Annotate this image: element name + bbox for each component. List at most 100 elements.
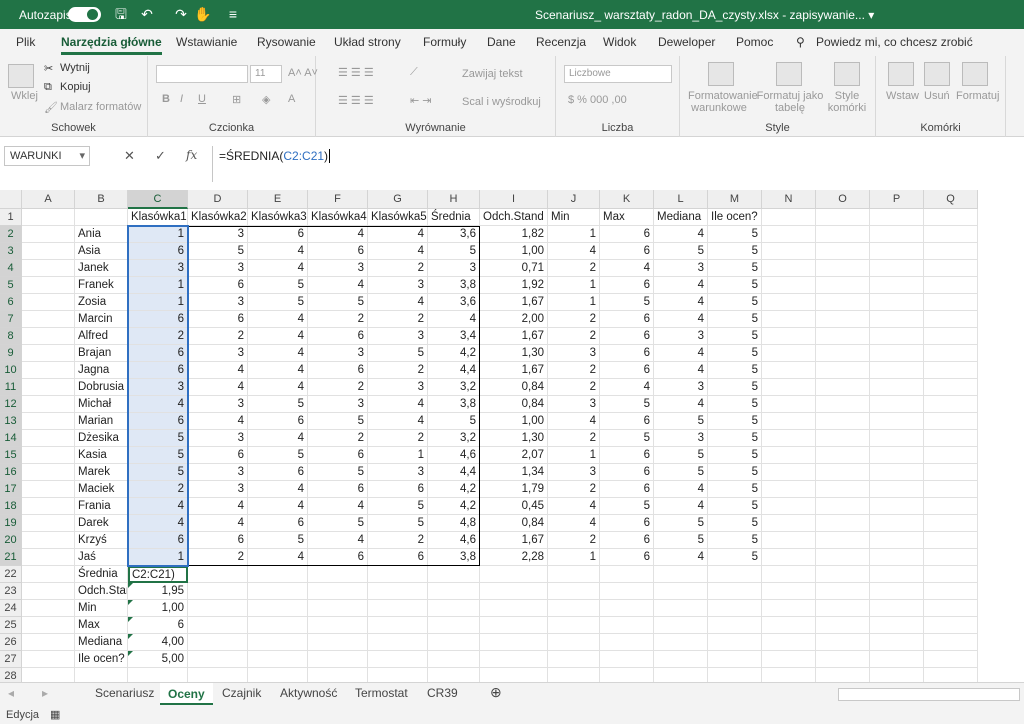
cell[interactable]: 4 (308, 498, 368, 515)
cell[interactable] (22, 379, 75, 396)
cell[interactable]: 2 (548, 379, 600, 396)
cell[interactable] (248, 583, 308, 600)
cell[interactable] (816, 617, 870, 634)
cell[interactable] (248, 668, 308, 682)
cell[interactable] (248, 617, 308, 634)
cell[interactable] (480, 634, 548, 651)
cell[interactable]: 2 (308, 430, 368, 447)
cell[interactable]: Odch.Stan (75, 583, 128, 600)
cell[interactable] (654, 600, 708, 617)
column-header[interactable]: E (248, 190, 308, 209)
column-header[interactable]: H (428, 190, 480, 209)
cell[interactable] (870, 396, 924, 413)
cell[interactable] (368, 600, 428, 617)
cell[interactable] (870, 226, 924, 243)
column-header[interactable]: F (308, 190, 368, 209)
cell[interactable]: 4 (248, 260, 308, 277)
cell[interactable]: 5 (308, 464, 368, 481)
row-header[interactable]: 6 (0, 294, 22, 311)
cell[interactable]: 1,67 (480, 362, 548, 379)
cell[interactable] (654, 617, 708, 634)
cell[interactable] (188, 651, 248, 668)
macro-record-icon[interactable]: ▦ (50, 708, 60, 721)
cell[interactable]: 4 (548, 243, 600, 260)
cell[interactable] (22, 617, 75, 634)
cell[interactable] (22, 532, 75, 549)
percent-icon[interactable]: $ % 000 ,00 (568, 94, 627, 106)
cell[interactable] (816, 515, 870, 532)
align-top-icon[interactable]: ☰ ☰ ☰ (338, 66, 374, 79)
row-header[interactable]: 16 (0, 464, 22, 481)
cell[interactable]: Franek (75, 277, 128, 294)
cell[interactable] (428, 617, 480, 634)
cell[interactable]: 5 (248, 396, 308, 413)
cell[interactable] (708, 634, 762, 651)
cell[interactable]: 5 (248, 532, 308, 549)
cell[interactable] (308, 566, 368, 583)
column-header[interactable]: N (762, 190, 816, 209)
cell[interactable]: 6 (600, 447, 654, 464)
conditional-format-button[interactable]: Formatowanie warunkowe (688, 90, 758, 114)
row-header[interactable]: 1 (0, 209, 22, 226)
row-header[interactable]: 21 (0, 549, 22, 566)
cell[interactable]: 5 (128, 447, 188, 464)
cell[interactable] (654, 566, 708, 583)
cell[interactable]: 4 (368, 243, 428, 260)
cell[interactable]: 4 (548, 498, 600, 515)
cell[interactable]: 4 (600, 260, 654, 277)
cell[interactable] (924, 311, 978, 328)
cell[interactable]: 6 (248, 515, 308, 532)
cell[interactable] (870, 651, 924, 668)
cell[interactable] (308, 634, 368, 651)
cell[interactable]: 3 (188, 260, 248, 277)
cell[interactable]: 5 (708, 294, 762, 311)
format-cells-button[interactable]: Formatuj (956, 90, 999, 102)
cell[interactable]: 5 (308, 515, 368, 532)
cell[interactable]: 3 (188, 464, 248, 481)
cell[interactable] (816, 413, 870, 430)
cell[interactable] (480, 668, 548, 682)
cell[interactable] (924, 277, 978, 294)
column-header[interactable]: K (600, 190, 654, 209)
cell[interactable] (188, 583, 248, 600)
cell[interactable] (188, 668, 248, 682)
italic-icon[interactable]: I (180, 93, 183, 105)
cell[interactable] (600, 617, 654, 634)
cell[interactable]: 2 (368, 311, 428, 328)
cell[interactable] (762, 396, 816, 413)
cell[interactable]: C2:C21) (128, 566, 188, 583)
cell[interactable]: 6 (600, 413, 654, 430)
cell[interactable] (816, 498, 870, 515)
cell[interactable]: Klasówka1 (128, 209, 188, 226)
cell[interactable] (924, 243, 978, 260)
cell[interactable]: 3 (188, 481, 248, 498)
cell[interactable] (924, 464, 978, 481)
sheet-tab-oceny[interactable]: Oceny (160, 683, 213, 705)
column-header[interactable]: I (480, 190, 548, 209)
cell[interactable] (708, 651, 762, 668)
cell[interactable]: 5 (708, 447, 762, 464)
borders-icon[interactable]: ⊞ (232, 93, 241, 106)
cell[interactable] (816, 600, 870, 617)
cell[interactable]: 5 (708, 311, 762, 328)
cell[interactable] (22, 294, 75, 311)
cell[interactable]: 4 (128, 515, 188, 532)
cell[interactable] (762, 651, 816, 668)
cell[interactable]: Michał (75, 396, 128, 413)
cell[interactable] (816, 566, 870, 583)
cell[interactable]: Dobrusia (75, 379, 128, 396)
cell[interactable]: 6 (308, 243, 368, 260)
cell[interactable] (428, 566, 480, 583)
cell[interactable]: Max (600, 209, 654, 226)
cell[interactable]: Maciek (75, 481, 128, 498)
row-header[interactable]: 19 (0, 515, 22, 532)
cell[interactable]: Max (75, 617, 128, 634)
cell[interactable]: Asia (75, 243, 128, 260)
cell[interactable]: 4 (248, 481, 308, 498)
cell[interactable] (548, 634, 600, 651)
cell[interactable] (870, 583, 924, 600)
cell[interactable]: 5 (654, 447, 708, 464)
cell[interactable] (708, 566, 762, 583)
cell[interactable]: 4 (654, 277, 708, 294)
cell[interactable]: 5 (600, 430, 654, 447)
